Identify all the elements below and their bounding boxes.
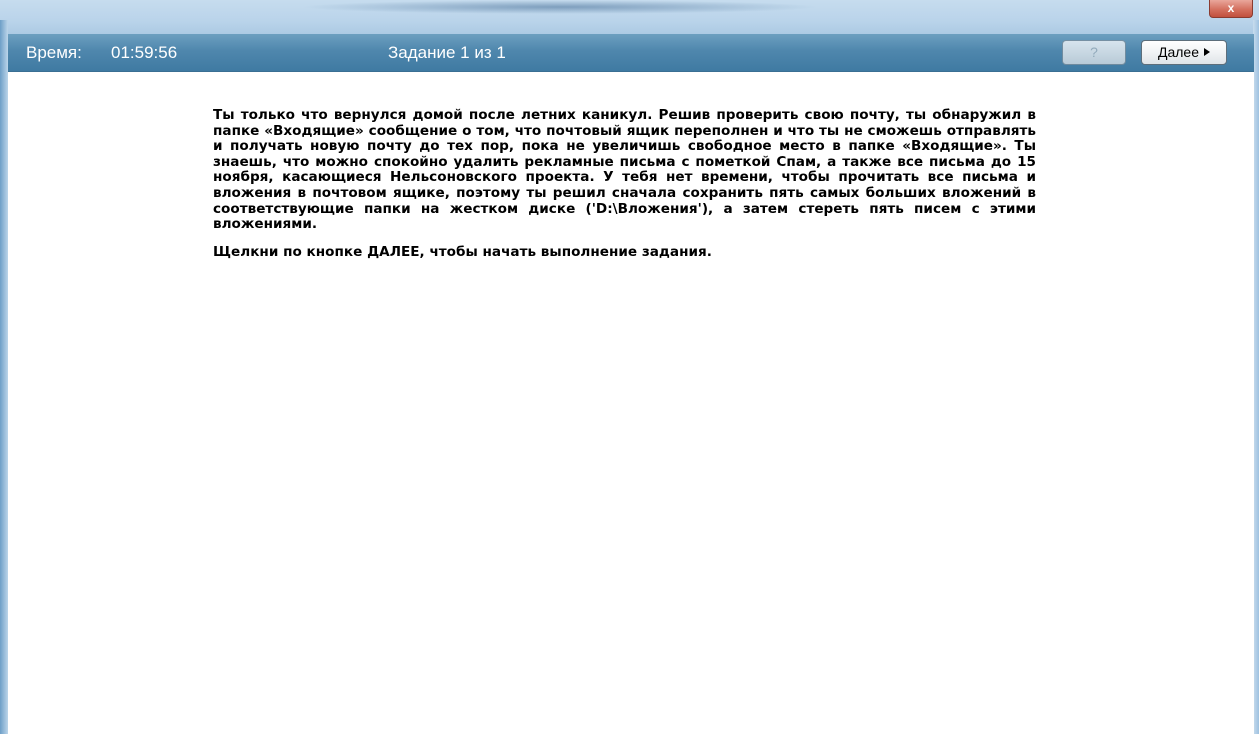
- help-button[interactable]: ?: [1062, 40, 1126, 65]
- titlebar-glow: [300, 0, 820, 14]
- task-instructions: Ты только что вернулся домой после летни…: [213, 107, 1036, 260]
- window-left-border: [0, 20, 8, 734]
- triangle-right-icon: [1204, 48, 1210, 57]
- task-counter: Задание 1 из 1: [388, 43, 506, 62]
- window-frame: x Время: 01:59:56 Задание 1 из 1 ? Далее…: [0, 0, 1259, 734]
- task-content-area: Ты только что вернулся домой после летни…: [8, 72, 1254, 734]
- timer-label: Время:: [26, 43, 82, 62]
- task-header-bar: Время: 01:59:56 Задание 1 из 1 ? Далее: [8, 34, 1254, 72]
- next-button-label: Далее: [1157, 44, 1199, 60]
- next-button[interactable]: Далее: [1141, 40, 1227, 65]
- timer-value: 01:59:56: [111, 43, 178, 62]
- close-button[interactable]: x: [1209, 0, 1253, 18]
- start-hint: Щелкни по кнопке ДАЛЕЕ, чтобы начать вып…: [213, 243, 712, 260]
- help-button-label: ?: [1090, 44, 1098, 60]
- task-description: Ты только что вернулся домой после летни…: [213, 107, 1036, 233]
